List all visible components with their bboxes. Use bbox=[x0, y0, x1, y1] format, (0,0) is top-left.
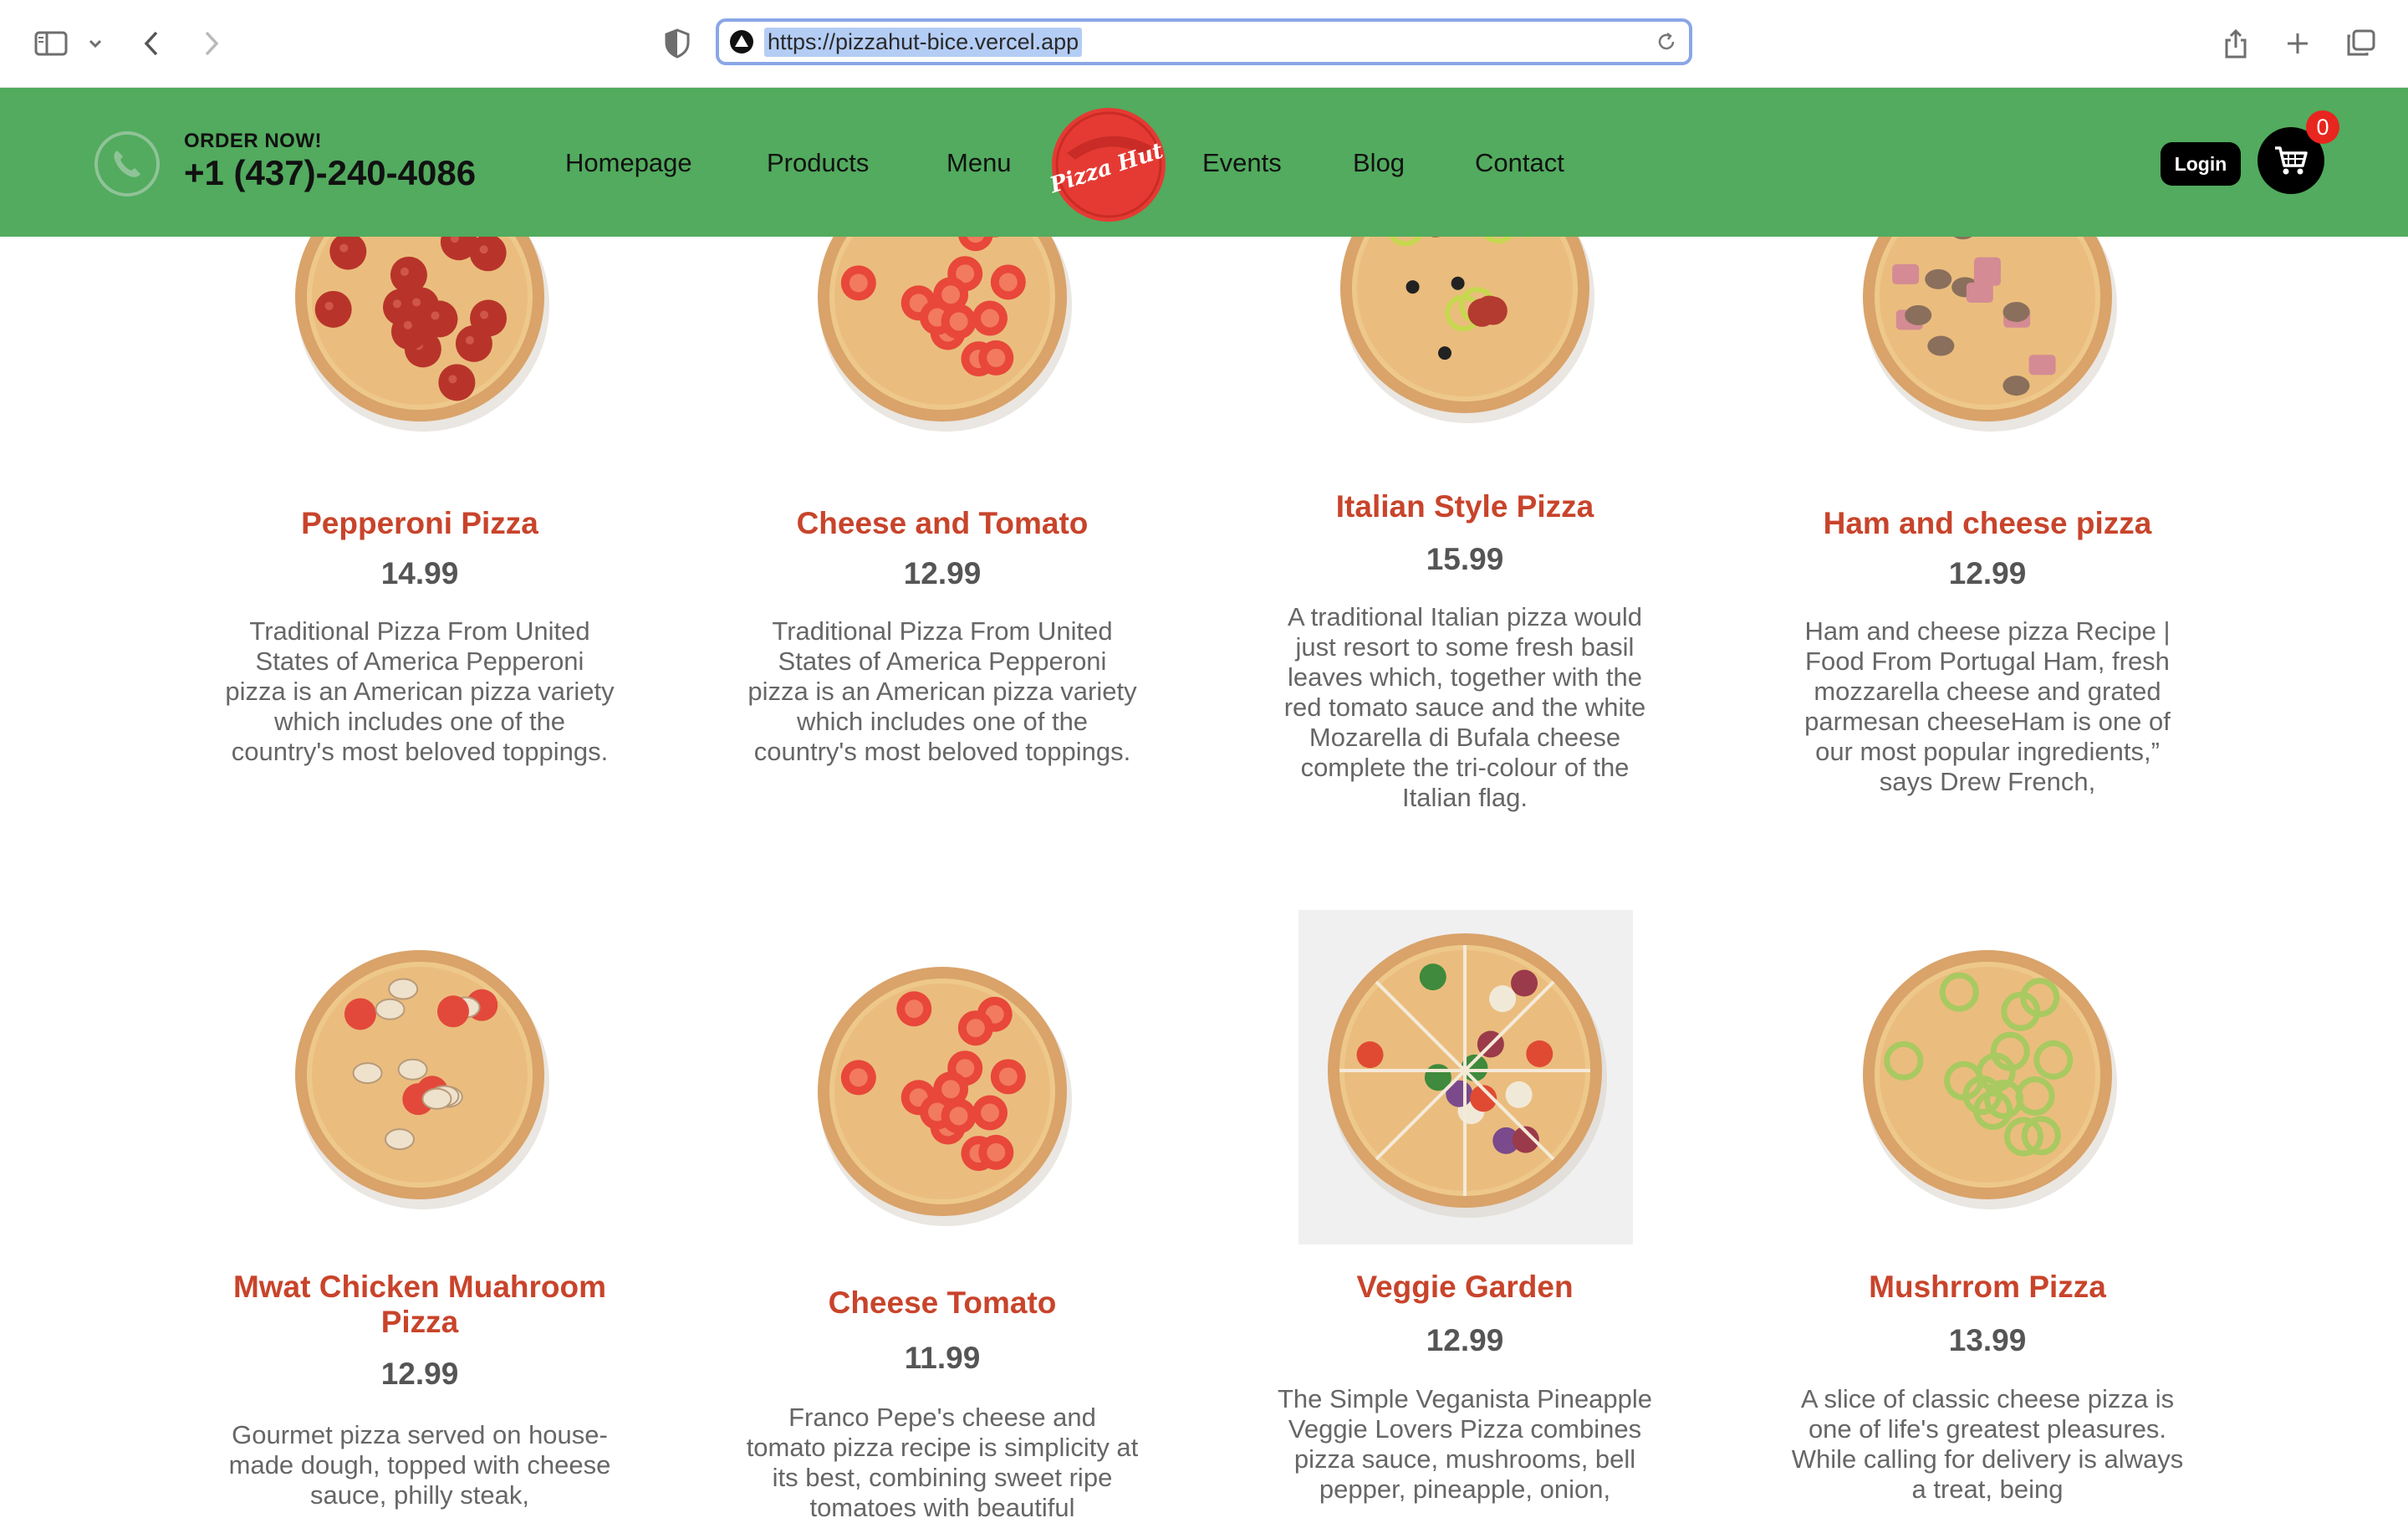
product-description: Gourmet pizza served on house-made dough… bbox=[228, 1420, 611, 1510]
privacy-shield-icon[interactable] bbox=[661, 22, 694, 65]
site-favicon-icon bbox=[729, 29, 754, 54]
product-price: 15.99 bbox=[1426, 542, 1504, 576]
pizza-hut-logo[interactable]: Pizza Hut bbox=[1046, 105, 1169, 225]
product-name[interactable]: Veggie Garden bbox=[1273, 1270, 1657, 1305]
product-name[interactable]: Mwat Chicken Muahroom Pizza bbox=[227, 1270, 612, 1340]
product-image[interactable] bbox=[282, 937, 558, 1213]
product-price: 12.99 bbox=[380, 1357, 459, 1391]
product-price: 13.99 bbox=[1948, 1323, 2027, 1357]
product-price: 12.99 bbox=[1426, 1323, 1504, 1357]
product-name[interactable]: Ham and cheese pizza bbox=[1795, 506, 2180, 541]
product-name[interactable]: Pepperoni Pizza bbox=[227, 506, 612, 541]
order-phone-number[interactable]: +1 (437)-240-4086 bbox=[184, 153, 476, 193]
nav-contact[interactable]: Contact bbox=[1475, 148, 1564, 178]
product-price: 12.99 bbox=[903, 556, 982, 590]
tab-overview-icon[interactable] bbox=[2343, 22, 2378, 65]
browser-toolbar: https://pizzahut-bice.vercel.app bbox=[0, 0, 2408, 88]
product-description: Traditional Pizza From United States of … bbox=[747, 616, 1137, 766]
chevron-down-icon[interactable] bbox=[84, 22, 107, 65]
address-bar[interactable]: https://pizzahut-bice.vercel.app bbox=[716, 18, 1692, 65]
cart-count-badge: 0 bbox=[2306, 110, 2339, 144]
product-description: A slice of classic cheese pizza is one o… bbox=[1791, 1384, 2184, 1504]
product-description: Franco Pepe's cheese and tomato pizza re… bbox=[746, 1403, 1139, 1522]
product-image[interactable] bbox=[804, 953, 1080, 1229]
forward-icon[interactable] bbox=[197, 22, 226, 65]
login-button[interactable]: Login bbox=[2161, 142, 2241, 186]
sidebar-toggle-icon[interactable] bbox=[32, 22, 70, 65]
product-description: The Simple Veganista Pineapple Veggie Lo… bbox=[1277, 1384, 1653, 1504]
back-icon[interactable] bbox=[137, 22, 166, 65]
product-name[interactable]: Cheese Tomato bbox=[750, 1285, 1135, 1321]
cart-icon bbox=[2275, 146, 2308, 175]
nav-blog[interactable]: Blog bbox=[1353, 148, 1405, 178]
product-description: Ham and cheese pizza Recipe | Food From … bbox=[1804, 616, 2171, 796]
product-image[interactable] bbox=[1314, 920, 1615, 1221]
nav-products[interactable]: Products bbox=[767, 148, 869, 178]
share-icon[interactable] bbox=[2219, 22, 2252, 65]
nav-homepage[interactable]: Homepage bbox=[565, 148, 692, 178]
site-header: ORDER NOW! +1 (437)-240-4086 Homepage Pr… bbox=[0, 88, 2408, 237]
product-price: 12.99 bbox=[1948, 556, 2027, 590]
product-image[interactable] bbox=[1849, 937, 2125, 1213]
reload-icon[interactable] bbox=[1656, 31, 1677, 53]
nav-events[interactable]: Events bbox=[1202, 148, 1282, 178]
product-description: A traditional Italian pizza would just r… bbox=[1283, 602, 1646, 812]
url-text[interactable]: https://pizzahut-bice.vercel.app bbox=[764, 27, 1083, 57]
product-name[interactable]: Italian Style Pizza bbox=[1273, 489, 1657, 524]
product-price: 14.99 bbox=[380, 556, 459, 590]
product-name[interactable]: Mushrrom Pizza bbox=[1795, 1270, 2180, 1305]
product-price: 11.99 bbox=[904, 1341, 981, 1375]
new-tab-icon[interactable] bbox=[2281, 22, 2314, 65]
phone-icon[interactable] bbox=[94, 131, 160, 197]
product-description: Traditional Pizza From United States of … bbox=[225, 616, 615, 766]
product-name[interactable]: Cheese and Tomato bbox=[750, 506, 1135, 541]
nav-menu[interactable]: Menu bbox=[946, 148, 1012, 178]
order-now-label: ORDER NOW! bbox=[184, 130, 322, 152]
